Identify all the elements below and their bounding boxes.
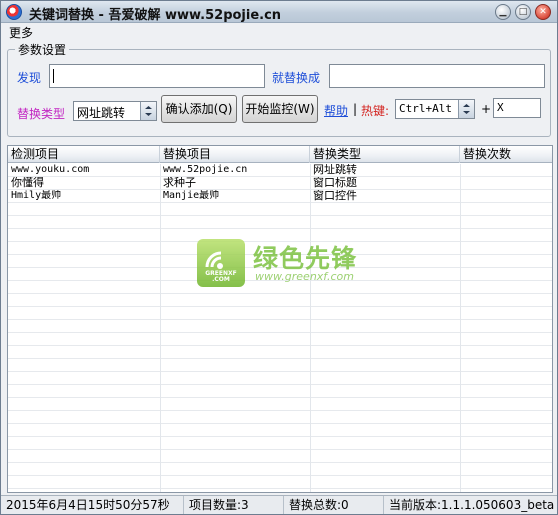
find-input[interactable] bbox=[49, 64, 265, 88]
status-bar: 2015年6月4日15时50分57秒 项目数量:3 替换总数:0 当前版本:1.… bbox=[1, 495, 557, 514]
main-window: 关键词替换 - 吾爱破解 www.52pojie.cn ▁ □ ✕ 更多 参数设… bbox=[0, 0, 558, 515]
title-bar[interactable]: 关键词替换 - 吾爱破解 www.52pojie.cn ▁ □ ✕ bbox=[1, 1, 557, 23]
replace-input[interactable] bbox=[329, 64, 545, 88]
table-body bbox=[8, 164, 552, 492]
menu-more[interactable]: 更多 bbox=[9, 24, 33, 41]
type-select[interactable]: 网址跳转 bbox=[73, 101, 157, 121]
confirm-add-button[interactable]: 确认添加(Q) bbox=[161, 95, 237, 123]
params-groupbox bbox=[7, 49, 551, 137]
cell-count bbox=[460, 164, 552, 177]
column-header-replace[interactable]: 替换项目 bbox=[160, 146, 310, 163]
menu-bar: 更多 bbox=[1, 23, 557, 41]
dropdown-arrow-icon bbox=[458, 100, 474, 118]
separator: | bbox=[353, 102, 358, 116]
app-icon bbox=[6, 4, 22, 20]
type-label: 替换类型 bbox=[17, 107, 66, 121]
column-header-count[interactable]: 替换次数 bbox=[460, 146, 552, 163]
type-select-value: 网址跳转 bbox=[77, 106, 126, 120]
cell-count bbox=[460, 177, 552, 190]
column-divider bbox=[310, 164, 311, 492]
cell-replace: Manjie最帅 bbox=[163, 190, 220, 201]
params-group-title: 参数设置 bbox=[15, 41, 70, 58]
table-row[interactable]: 你懂得 求种子 窗口标题 bbox=[8, 177, 552, 190]
cell-type: 窗口标题 bbox=[313, 177, 357, 189]
cell-detect: www.youku.com bbox=[11, 164, 90, 175]
cell-replace: www.52pojie.cn bbox=[163, 164, 248, 175]
items-table[interactable]: 检测项目 替换项目 替换类型 替换次数 www.youku.com www.52… bbox=[7, 145, 553, 493]
hotkey-label: 热键: bbox=[361, 104, 390, 118]
cell-type: 窗口控件 bbox=[313, 190, 357, 202]
status-item-count: 项目数量:3 bbox=[184, 496, 284, 514]
status-replace-total: 替换总数:0 bbox=[284, 496, 384, 514]
close-button[interactable]: ✕ bbox=[535, 4, 551, 20]
start-monitor-button[interactable]: 开始监控(W) bbox=[242, 95, 318, 123]
wifi-icon bbox=[205, 251, 223, 269]
find-label: 发现 bbox=[17, 71, 42, 85]
plus-sign: + bbox=[481, 102, 492, 116]
text-caret bbox=[53, 69, 54, 83]
table-row[interactable]: www.youku.com www.52pojie.cn 网址跳转 bbox=[8, 164, 552, 177]
status-version: 当前版本:1.1.1.050603_beta bbox=[389, 498, 555, 512]
table-row[interactable]: Hmily最帅 Manjie最帅 窗口控件 bbox=[8, 190, 552, 203]
greenxf-badge-text: GREENXF .COM bbox=[205, 270, 237, 283]
hotkey-modifier-select[interactable]: Ctrl+Alt bbox=[395, 99, 475, 119]
cell-count bbox=[460, 190, 552, 203]
replace-label: 就替换成 bbox=[272, 71, 321, 85]
status-datetime: 2015年6月4日15时50分57秒 bbox=[1, 496, 184, 514]
greenxf-logo: GREENXF .COM bbox=[197, 239, 245, 287]
column-divider bbox=[160, 164, 161, 492]
watermark-url: www.greenxf.com bbox=[255, 270, 354, 283]
dropdown-arrow-icon bbox=[140, 102, 156, 120]
cell-replace: 求种子 bbox=[163, 177, 196, 189]
help-link[interactable]: 帮助 bbox=[324, 102, 348, 119]
hotkey-key-value: X bbox=[497, 101, 504, 114]
column-header-type[interactable]: 替换类型 bbox=[310, 146, 460, 163]
cell-type: 网址跳转 bbox=[313, 164, 357, 176]
maximize-button[interactable]: □ bbox=[515, 4, 531, 20]
window-title: 关键词替换 - 吾爱破解 www.52pojie.cn bbox=[29, 8, 282, 23]
greenxf-watermark: GREENXF .COM 绿色先锋 www.greenxf.com bbox=[197, 239, 367, 289]
column-divider bbox=[460, 164, 461, 492]
cell-detect: Hmily最帅 bbox=[11, 190, 62, 201]
cell-detect: 你懂得 bbox=[11, 177, 44, 189]
hotkey-modifier-value: Ctrl+Alt bbox=[399, 102, 452, 115]
column-header-detect[interactable]: 检测项目 bbox=[8, 146, 160, 163]
minimize-button[interactable]: ▁ bbox=[495, 4, 511, 20]
table-header: 检测项目 替换项目 替换类型 替换次数 bbox=[8, 146, 552, 163]
hotkey-key-input[interactable]: X bbox=[493, 98, 541, 118]
